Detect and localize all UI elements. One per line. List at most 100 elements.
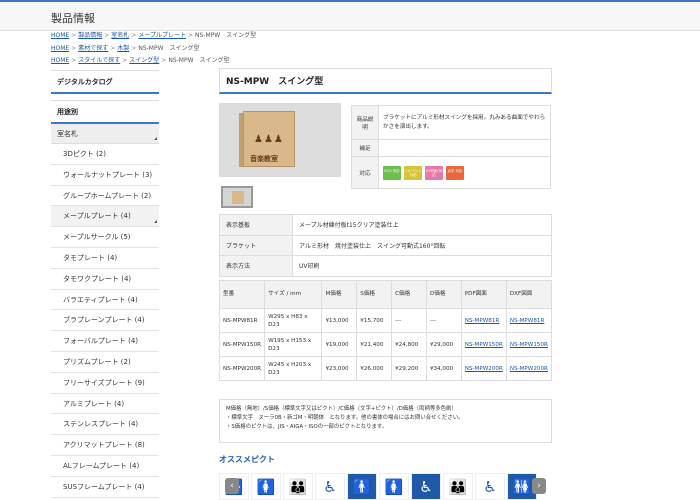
dxf-drawing-link[interactable]: NS-MPW150R [510,342,548,348]
sidebar-item[interactable]: アクリマットプレート (8) [51,435,159,456]
sidebar-item[interactable]: メープルサークル (5) [51,227,159,248]
breadcrumb-link-home[interactable]: HOME [51,57,69,64]
breadcrumb-link-room-sign[interactable]: 室名札 [111,32,129,39]
sidebar-item[interactable]: 3Dピクト (2) [51,144,159,165]
sidebar-usage[interactable]: 用途別 [51,100,159,124]
sidebar-item[interactable]: タモワクプレート (4) [51,269,159,290]
pdf-drawing-link[interactable]: NS-MPW81R [465,318,500,324]
breadcrumb-separator: > [71,57,77,64]
accessible-icon[interactable]: ♿ [475,473,505,500]
spec-value: ブラケットにアルミ形材スイングを採用。丸みある曲面でやわらかさを演出します。 [378,105,551,140]
sidebar-item-label: SUSフレームプレート (4) [63,482,145,491]
family-icon[interactable]: 👪 [443,473,473,500]
spec-value: ECO 対応 ソルベント 対応 UV印刷 対応 点字 対応 [378,156,551,189]
table-row: NS-MPW150R W195 x H153 x D23 ¥19,000 ¥21,40… [218,332,553,357]
table-cell: NS-MPW200R [218,356,266,381]
carousel-prev-arrow-icon[interactable]: ‹ [225,478,239,494]
men-blue-icon[interactable]: 🚹 [347,473,377,500]
breadcrumb: HOME > スタイルで探す > スイング型 > NS-MPW スイング型 [51,55,651,68]
attribute-row: ブラケット アルミ形材 焼付塗装仕上 スイング可動式160°回転 [219,234,552,256]
sidebar-item[interactable]: ウォールナットプレート (3) [51,165,159,186]
note-line: ・標準文字 ヌーラ0B・新ゴM・明朝体 となります。他の書体の場合にはお問い合せ… [226,415,464,421]
breadcrumb-separator: > [131,44,137,52]
dxf-drawing-link[interactable]: NS-MPW200R [510,366,548,372]
sidebar: デジタルカタログ 用途別 室名札 3Dピクト (2) ウォールナットプレート (3… [51,70,159,498]
toilet-family-icon[interactable]: 👪 [283,473,313,500]
breadcrumb-separator: > [122,57,128,64]
sidebar-item-label: ステンレスプレート (4) [63,420,139,429]
breadcrumb-link-by-material[interactable]: 素材で探す [78,45,108,52]
breadcrumb-link-home[interactable]: HOME [51,32,69,39]
table-cell: NS-MPW150R [218,332,266,357]
compat-badge: ソルベント 対応 [404,165,422,180]
table-cell: NS-MPW150R [505,332,553,357]
page-title: 製品情報 [51,12,95,25]
breadcrumb-link-wood[interactable]: 木製 [117,45,129,52]
sidebar-item[interactable]: フォーバルプレート (4) [51,331,159,352]
sidebar-item[interactable]: メープルプレート (4) [51,206,159,228]
breadcrumbs: HOME > 製品情報 > 室名札 > メープルプレート > NS-MPW スイング型 HOME… [51,30,651,68]
breadcrumb-link-maple-plate[interactable]: メープルプレート [138,32,186,39]
breadcrumb-separator: > [161,57,167,64]
sidebar-item[interactable]: ALフレームプレート (4) [51,456,159,477]
sidebar-item-label: メープルプレート (4) [63,212,131,221]
spec-row: 商品説明 ブラケットにアルミ形材スイングを採用。丸みある曲面でやわらかさを演出し… [351,105,551,140]
price-table-header: 型番 サイズ / mm M価格 S価格 C価格 D価格 PDF図面 DXF図面 [218,280,553,309]
sidebar-digital-catalog[interactable]: デジタルカタログ [51,70,159,94]
corner-triangle-icon [154,137,157,140]
sidebar-item-label: ALフレームプレート (4) [63,461,140,470]
sidebar-item-label: フリーサイズプレート (9) [63,378,145,387]
spec-row: 補足 [351,139,551,157]
compat-badge: ECO 対応 [383,165,401,180]
breadcrumb-separator: > [187,32,193,39]
sidebar-item[interactable]: ブラプレーンプレート (4) [51,310,159,332]
sign-board: ♟♟♟ 音楽教室 [243,111,295,167]
recommend-title: オススメピクト [219,455,275,464]
sidebar-item-label: フォーバルプレート (4) [63,337,139,346]
product-thumbnail[interactable] [221,186,253,208]
table-row: NS-MPW81R W295 x H83 x D23 ¥13,000 ¥15,700-… [218,308,553,333]
sidebar-category-room-sign[interactable]: 室名札 [51,124,159,144]
sidebar-item[interactable]: バラエティプレート (4) [51,290,159,311]
sidebar-item[interactable]: ステンレスプレート (4) [51,414,159,436]
breadcrumb-current: NS-MPW スイング型 [138,44,200,52]
spec-label: 対応 [351,156,379,189]
pdf-drawing-link[interactable]: NS-MPW200R [465,366,503,372]
table-cell: W295 x H83 x D23 [264,308,323,333]
attribute-value: メープル材練付板t15クリア塗装仕上 [292,214,552,236]
sidebar-item[interactable]: フリーサイズプレート (9) [51,373,159,394]
table-cell: ¥19,000 [321,332,358,357]
dxf-drawing-link[interactable]: NS-MPW81R [510,318,545,324]
sidebar-item[interactable]: アルミプレート (4) [51,394,159,415]
wheelchair-icon[interactable]: ♿ [315,473,345,500]
toilet-women-icon[interactable]: 🚺 [251,473,281,500]
table-cell: ¥24,800 [391,332,427,357]
table-cell: --- [391,308,427,333]
sidebar-item[interactable]: グループホームプレート (2) [51,186,159,207]
sidebar-item[interactable]: プリズムプレート (2) [51,352,159,373]
sidebar-item-label: タモワクプレート (4) [63,274,132,283]
breadcrumb-link-by-style[interactable]: スタイルで探す [78,57,120,64]
table-cell: ¥26,000 [356,356,393,381]
breadcrumb-separator: > [71,44,77,52]
sidebar-item[interactable]: SUSフレームプレート (4) [51,477,159,498]
compat-badge: UV印刷 対応 [425,165,443,180]
product-main: NS-MPW スイング型 ♟♟♟ 音楽教室 商品説明 ブラケットにアルミ形材スイ… [218,68,553,500]
carousel-next-arrow-icon[interactable]: › [532,478,546,494]
breadcrumb-current: NS-MPW スイング型 [168,57,230,64]
column-header: 型番 [218,280,266,309]
breadcrumb-separator: > [71,32,77,39]
product-image: ♟♟♟ 音楽教室 [219,103,341,177]
sidebar-item-label: メープルサークル (5) [63,233,131,242]
breadcrumb-separator: > [104,32,110,39]
breadcrumb-link-products[interactable]: 製品情報 [78,32,102,39]
sidebar-item-label: タモプレート (4) [63,253,118,262]
breadcrumb-link-home[interactable]: HOME [51,45,69,52]
pdf-drawing-link[interactable]: NS-MPW150R [465,342,503,348]
women-red-icon[interactable]: 🚺 [379,473,409,500]
breadcrumb-link-swing[interactable]: スイング型 [129,57,159,64]
people-pictogram-icon: ♟♟♟ [254,134,284,145]
sidebar-item[interactable]: タモプレート (4) [51,248,159,269]
spec-label: 商品説明 [351,105,379,140]
wheelchair-blue-icon[interactable]: ♿ [411,473,441,500]
